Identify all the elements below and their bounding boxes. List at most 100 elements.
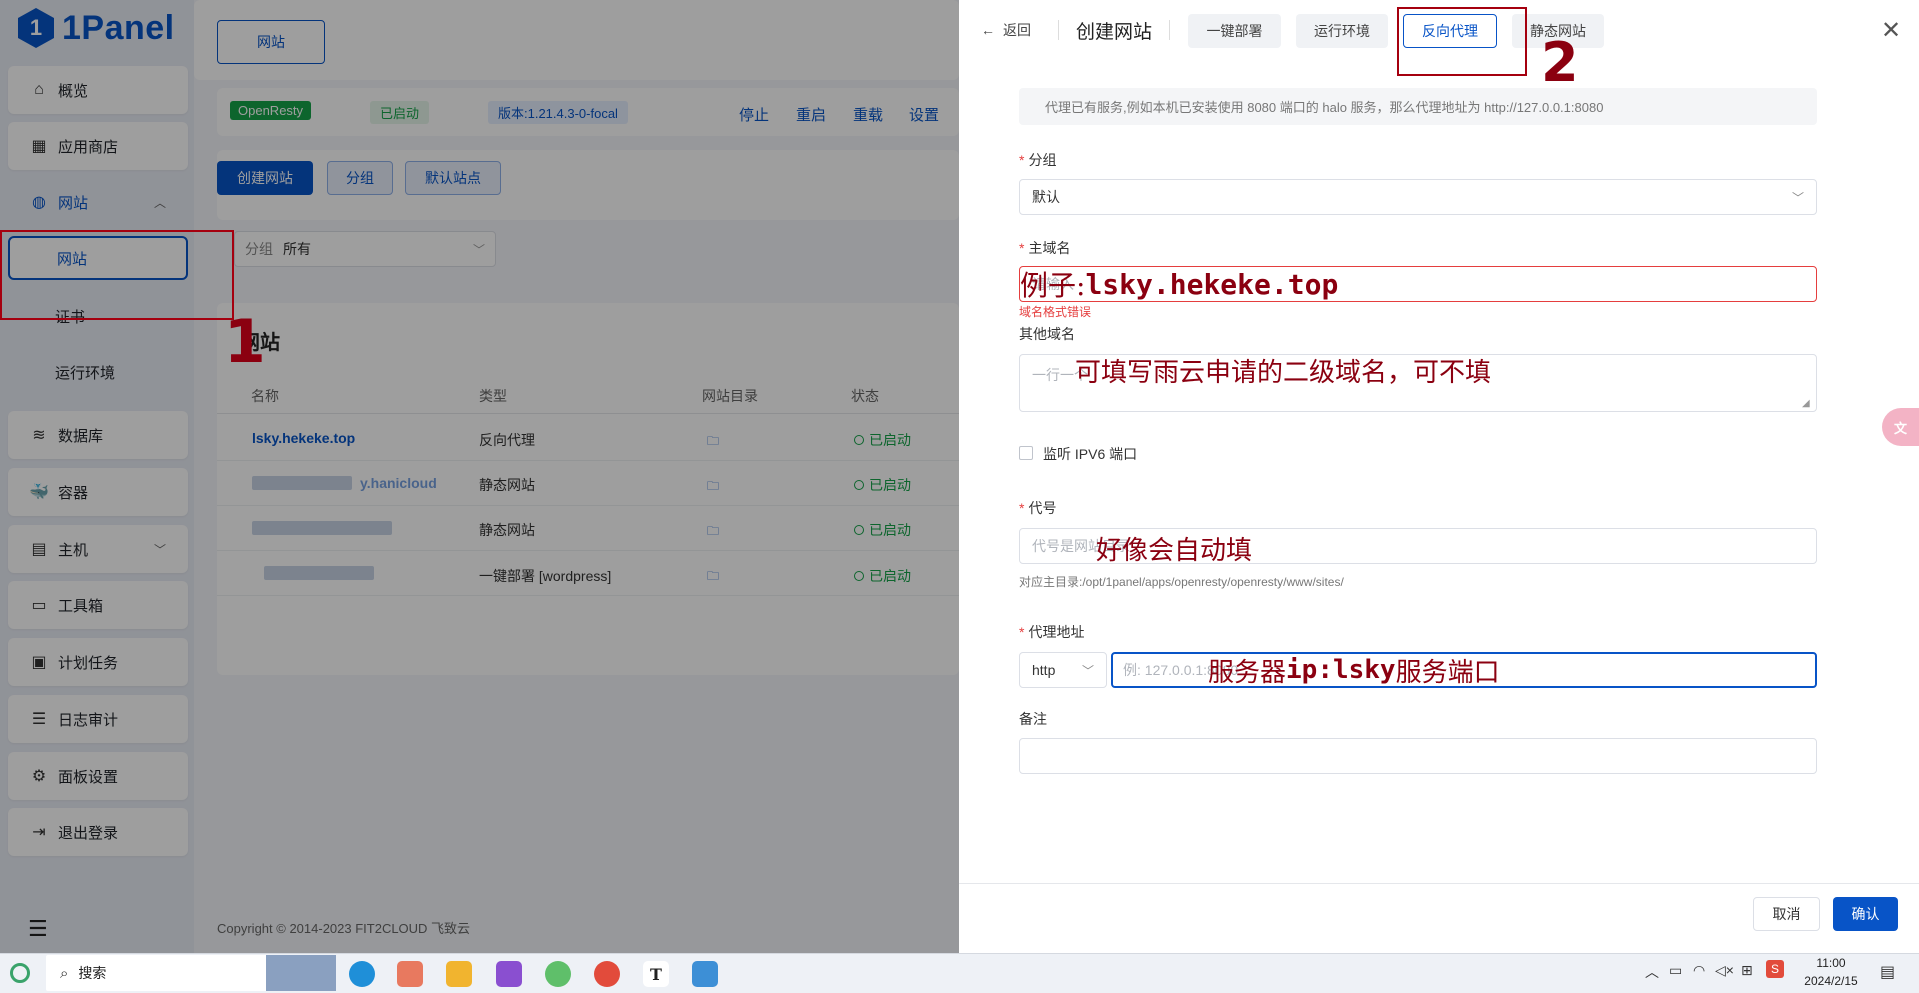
ipv6-checkbox[interactable] bbox=[1019, 446, 1033, 460]
site-status[interactable]: 已启动 bbox=[854, 430, 911, 450]
tab-runtime[interactable]: 运行环境 bbox=[1296, 14, 1388, 48]
site-type: 静态网站 bbox=[479, 477, 535, 493]
nav-log-audit[interactable]: ☰ 日志审计 bbox=[8, 695, 188, 743]
server-icon: ▤ bbox=[31, 541, 47, 558]
col-name[interactable]: 名称 bbox=[251, 386, 279, 406]
ipv6-label[interactable]: 监听 IPV6 端口 bbox=[1043, 444, 1137, 464]
server-status-badge: 已启动 bbox=[370, 101, 430, 124]
alias-hint: 对应主目录:/opt/1panel/apps/openresty/openres… bbox=[1019, 575, 1344, 589]
nav-host[interactable]: ▤ 主机 ﹀ bbox=[8, 525, 188, 573]
brand-logo[interactable]: 1 1Panel bbox=[18, 6, 175, 50]
copyright: Copyright © 2014-2023 FIT2CLOUD 飞致云 bbox=[217, 921, 471, 936]
notification-icon[interactable]: ▤ bbox=[1880, 962, 1895, 982]
other-domain-label: 其他域名 bbox=[1019, 326, 1075, 342]
status-label: 已启动 bbox=[869, 568, 911, 584]
site-status[interactable]: 已启动 bbox=[854, 520, 911, 540]
nav-settings[interactable]: ⚙ 面板设置 bbox=[8, 752, 188, 800]
group-select[interactable]: 默认 ﹀ bbox=[1019, 179, 1817, 215]
status-dot-icon bbox=[854, 435, 864, 445]
taskbar-search[interactable]: ⌕ 搜索 bbox=[46, 955, 336, 991]
group-value: 默认 bbox=[1032, 189, 1060, 205]
annotation-proxy: 服务器 ip:lsky 服务端口 bbox=[1208, 652, 1500, 688]
nav-container[interactable]: 🐳 容器 bbox=[8, 468, 188, 516]
clock-date[interactable]: 2024/2/15 bbox=[1796, 974, 1866, 988]
nav-overview[interactable]: ⌂ 概览 bbox=[8, 66, 188, 114]
col-type[interactable]: 类型 bbox=[479, 386, 507, 406]
folder-icon[interactable]: 🗀 bbox=[707, 432, 719, 453]
annotation-proxy-c: 服务端口 bbox=[1395, 657, 1500, 688]
nav-database[interactable]: ≋ 数据库 bbox=[8, 411, 188, 459]
site-type: 静态网站 bbox=[479, 522, 535, 538]
cancel-button[interactable]: 取消 bbox=[1753, 897, 1820, 931]
site-type: 一键部署 [wordpress] bbox=[479, 568, 612, 584]
close-icon[interactable]: ✕ bbox=[1881, 16, 1901, 45]
app-icon[interactable] bbox=[496, 961, 522, 987]
annotation-domain: lsky.hekeke.top bbox=[1085, 267, 1339, 301]
app-icon[interactable] bbox=[545, 961, 571, 987]
tray-app-icon[interactable]: S bbox=[1766, 960, 1784, 978]
wifi-icon[interactable]: ◠ bbox=[1693, 962, 1705, 979]
folder-icon[interactable]: 🗀 bbox=[707, 567, 719, 588]
alias-label-text: 代号 bbox=[1028, 500, 1057, 516]
back-button[interactable]: ← 返回 bbox=[981, 20, 1031, 40]
main-content: 网站 OpenResty 已启动 版本:1.21.4.3-0-focal 停止 … bbox=[194, 0, 959, 953]
group-label-text: 分组 bbox=[1028, 152, 1057, 168]
site-name-link[interactable]: lsky.hekeke.top bbox=[252, 430, 355, 446]
restart-link[interactable]: 重启 bbox=[796, 104, 826, 125]
edge-browser-icon[interactable] bbox=[349, 961, 375, 987]
nav-website[interactable]: ◍ 网站 ︿ bbox=[8, 178, 188, 226]
site-status[interactable]: 已启动 bbox=[854, 475, 911, 495]
search-highlight-image bbox=[266, 955, 336, 991]
input-method-icon[interactable]: ⊞ bbox=[1741, 962, 1753, 979]
site-name-link[interactable]: y.hanicloud bbox=[360, 475, 437, 491]
image-viewer-icon[interactable] bbox=[692, 961, 718, 987]
site-type: 反向代理 bbox=[479, 432, 535, 448]
col-status[interactable]: 状态 bbox=[851, 386, 879, 406]
chevron-down-icon: ﹀ bbox=[153, 542, 166, 557]
chevron-down-icon: ﹀ bbox=[1791, 190, 1804, 205]
chevron-up-icon: ︿ bbox=[153, 195, 166, 210]
version-badge: 版本:1.21.4.3-0-focal bbox=[488, 101, 628, 124]
tab-website[interactable]: 网站 bbox=[217, 20, 325, 64]
proxy-scheme-select[interactable]: http ﹀ bbox=[1019, 652, 1107, 688]
remark-input[interactable] bbox=[1019, 738, 1817, 774]
footer-divider bbox=[959, 883, 1919, 884]
status-dot-icon bbox=[854, 525, 864, 535]
nav-label: 容器 bbox=[58, 484, 89, 502]
nav-toolbox[interactable]: ▭ 工具箱 bbox=[8, 581, 188, 629]
status-dot-icon bbox=[854, 480, 864, 490]
menu-collapse-icon[interactable]: ☰ bbox=[28, 916, 48, 942]
file-explorer-icon[interactable] bbox=[446, 961, 472, 987]
site-status[interactable]: 已启动 bbox=[854, 566, 911, 586]
nav-sub-runtime[interactable]: 运行环境 bbox=[8, 350, 188, 394]
tab-one-click[interactable]: 一键部署 bbox=[1188, 14, 1281, 48]
chevron-down-icon: ﹀ bbox=[472, 242, 485, 257]
group-filter-select[interactable]: 分组 所有 ﹀ bbox=[234, 231, 496, 267]
start-button-icon[interactable] bbox=[10, 963, 30, 983]
blurred-name bbox=[264, 566, 374, 580]
battery-icon[interactable]: ▭ bbox=[1669, 962, 1682, 979]
divider bbox=[1169, 20, 1170, 40]
group-button[interactable]: 分组 bbox=[327, 161, 393, 195]
resize-handle-icon[interactable]: ◢ bbox=[1802, 398, 1810, 409]
tray-chevron-icon[interactable]: ︿ bbox=[1645, 962, 1659, 982]
create-website-button[interactable]: 创建网站 bbox=[217, 161, 313, 195]
folder-icon[interactable]: 🗀 bbox=[707, 477, 719, 498]
stop-link[interactable]: 停止 bbox=[739, 104, 769, 125]
app-icon[interactable] bbox=[594, 961, 620, 987]
annotation-prefix: 例子: bbox=[1020, 269, 1086, 302]
folder-icon[interactable]: 🗀 bbox=[707, 522, 719, 543]
nav-logout[interactable]: ⇥ 退出登录 bbox=[8, 808, 188, 856]
search-icon: ⌕ bbox=[60, 964, 69, 982]
settings-link[interactable]: 设置 bbox=[909, 104, 939, 125]
confirm-button[interactable]: 确认 bbox=[1833, 897, 1898, 931]
volume-icon[interactable]: ◁× bbox=[1715, 962, 1734, 979]
nav-app-store[interactable]: ▦ 应用商店 bbox=[8, 122, 188, 170]
firefox-icon[interactable] bbox=[397, 961, 423, 987]
nav-cron[interactable]: ▣ 计划任务 bbox=[8, 638, 188, 686]
translate-float-icon[interactable]: 文 bbox=[1882, 408, 1919, 446]
clock-time[interactable]: 11:00 bbox=[1796, 956, 1866, 970]
typora-icon[interactable]: T bbox=[643, 961, 669, 987]
default-site-button[interactable]: 默认站点 bbox=[405, 161, 501, 195]
reload-link[interactable]: 重载 bbox=[853, 104, 883, 125]
